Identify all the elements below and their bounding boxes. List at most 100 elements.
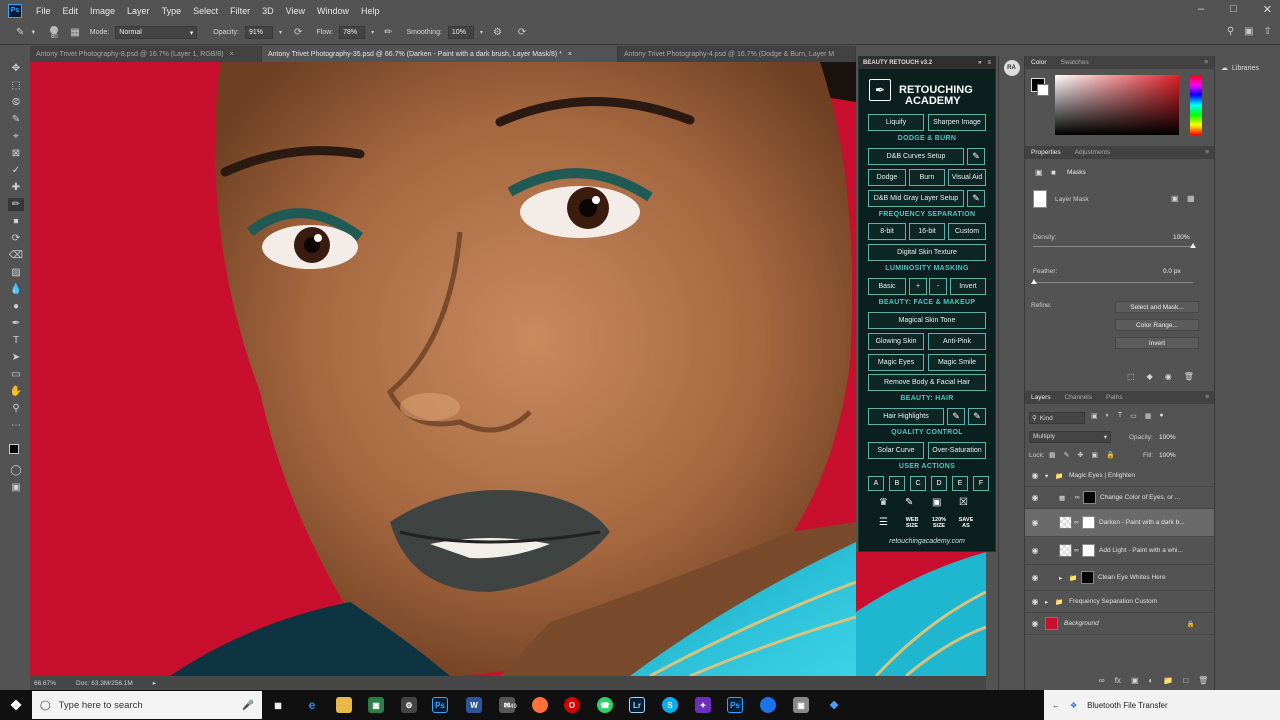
dodge-button[interactable]: Dodge xyxy=(868,169,906,186)
taskbar-search[interactable]: ◯ Type here to search 🎤 xyxy=(32,691,262,719)
120-size-button[interactable]: 120% SIZE xyxy=(928,517,950,529)
image-icon[interactable]: ▣ xyxy=(932,497,941,508)
photoshop-taskbar-icon-2[interactable]: Ps xyxy=(727,697,743,713)
layers-stack-icon[interactable]: ☰ xyxy=(879,517,888,528)
tab-adjustments[interactable]: Adjustments xyxy=(1075,149,1111,156)
edge-icon[interactable]: e xyxy=(304,697,320,713)
trash-icon[interactable]: 🗑 xyxy=(1184,372,1194,381)
zoom-level[interactable]: 66.67% xyxy=(34,680,56,687)
tab-properties[interactable]: Properties xyxy=(1031,149,1061,156)
eye-icon[interactable]: ◉ xyxy=(1025,493,1045,502)
tab-close-icon[interactable]: × xyxy=(230,51,234,58)
tab-color[interactable]: Color xyxy=(1031,59,1047,66)
action-e-button[interactable]: E xyxy=(952,476,968,491)
brush-icon[interactable]: ✎ xyxy=(968,408,986,425)
panel-menu-icon[interactable]: ≡ xyxy=(1205,394,1209,401)
add-mask-icon[interactable]: ▣ xyxy=(1131,676,1139,685)
action-f-button[interactable]: F xyxy=(973,476,989,491)
back-arrow-icon[interactable]: ← xyxy=(1052,701,1060,710)
menu-filter[interactable]: Filter xyxy=(224,6,256,16)
layer-group-frequency-separation[interactable]: ◉ ▸ 📁 Frequency Separation Custom xyxy=(1025,591,1215,613)
visual-aid-button[interactable]: Visual Aid xyxy=(948,169,986,186)
chevron-right-icon[interactable]: ▸ xyxy=(1059,574,1069,582)
sharpen-image-button[interactable]: Sharpen Image xyxy=(928,114,986,131)
chevron-down-icon[interactable]: ▼ xyxy=(30,30,36,36)
eye-icon[interactable]: ◉ xyxy=(1025,619,1045,628)
adjustment-layer-icon[interactable]: ◐ xyxy=(1149,676,1154,685)
8-bit-button[interactable]: 8-bit xyxy=(868,223,906,240)
menu-type[interactable]: Type xyxy=(156,6,188,16)
app-icon[interactable]: ⚙ xyxy=(401,697,417,713)
invert-button[interactable]: Invert xyxy=(950,278,986,295)
skype-icon[interactable]: S xyxy=(662,697,678,713)
action-a-button[interactable]: A xyxy=(868,476,884,491)
type-filter-icon[interactable]: T xyxy=(1118,412,1122,420)
blur-tool-icon[interactable]: 💧 xyxy=(8,283,24,296)
lasso-tool-icon[interactable]: ⧀ xyxy=(8,96,24,109)
eye-icon[interactable]: ◉ xyxy=(1025,597,1045,606)
pixel-filter-icon[interactable]: ▣ xyxy=(1091,412,1098,420)
action-b-button[interactable]: B xyxy=(889,476,905,491)
eye-icon[interactable]: ◉ xyxy=(1025,471,1045,480)
menu-layer[interactable]: Layer xyxy=(121,6,156,16)
select-and-mask-button[interactable]: Select and Mask... xyxy=(1115,301,1199,313)
flow-field[interactable]: 78% xyxy=(339,26,366,39)
frame-tool-icon[interactable]: ⊠ xyxy=(8,147,24,160)
pixel-mask-icon[interactable]: ▣ xyxy=(1035,168,1043,177)
eyedropper-tool-icon[interactable]: ✓ xyxy=(8,164,24,177)
vector-mask-icon[interactable]: ■ xyxy=(1051,168,1056,177)
store-icon[interactable]: ▣ xyxy=(368,697,384,713)
new-group-icon[interactable]: 📁 xyxy=(1163,676,1173,685)
path-select-tool-icon[interactable]: ➤ xyxy=(8,351,24,364)
chevron-down-icon[interactable]: ▾ xyxy=(279,29,282,36)
app-icon-2[interactable]: ✦ xyxy=(695,697,711,713)
airbrush-icon[interactable]: ✏ xyxy=(384,27,392,38)
menu-file[interactable]: File xyxy=(30,6,57,16)
tab-paths[interactable]: Paths xyxy=(1106,394,1123,401)
over-saturation-button[interactable]: Over-Saturation xyxy=(928,442,986,459)
menu-help[interactable]: Help xyxy=(355,6,386,16)
brush-icon[interactable]: ✎ xyxy=(967,148,985,165)
share-icon[interactable]: ⇧ xyxy=(1264,26,1272,37)
db-mid-gray-button[interactable]: D&B Mid Gray Layer Setup xyxy=(868,190,964,207)
chevron-down-icon[interactable]: ▾ xyxy=(1045,472,1055,480)
smoothing-field[interactable]: 10% xyxy=(447,26,474,39)
brush-icon[interactable]: ✎ xyxy=(947,408,965,425)
load-selection-icon[interactable]: ⬚ xyxy=(1127,372,1135,381)
layer-darken[interactable]: ◉ ∞ Darken - Paint with a dark b... xyxy=(1025,509,1215,537)
more-tools-icon[interactable]: ⋯ xyxy=(8,419,24,432)
brush-icon[interactable]: ✎ xyxy=(967,190,985,207)
word-icon[interactable]: W xyxy=(466,697,482,713)
tab-document-8[interactable]: Antony Trivet Photography-8.psd @ 16.7% … xyxy=(30,46,262,62)
photoshop-taskbar-icon[interactable]: Ps xyxy=(432,697,448,713)
pressure-size-icon[interactable]: ⟳ xyxy=(518,27,526,38)
magic-eyes-button[interactable]: Magic Eyes xyxy=(868,354,924,371)
chevron-right-icon[interactable]: ▸ xyxy=(1045,598,1055,606)
eye-icon[interactable]: ◉ xyxy=(1025,518,1045,527)
shape-filter-icon[interactable]: ▭ xyxy=(1130,412,1137,420)
workspace-icon[interactable]: ▣ xyxy=(1244,26,1253,37)
background-color-swatch[interactable] xyxy=(1037,84,1049,96)
select-mask-icon[interactable]: ▣ xyxy=(1171,194,1179,203)
invert-mask-button[interactable]: Invert xyxy=(1115,337,1199,349)
mode-select[interactable]: Normal ▾ xyxy=(115,26,198,39)
basic-button[interactable]: Basic xyxy=(868,278,906,295)
panel-menu-icon[interactable]: ≡ xyxy=(1204,59,1208,66)
move-tool-icon[interactable]: ✥ xyxy=(8,62,24,75)
db-curves-setup-button[interactable]: D&B Curves Setup xyxy=(868,148,964,165)
burn-button[interactable]: Burn xyxy=(909,169,945,186)
tab-channels[interactable]: Channels xyxy=(1065,394,1092,401)
chrome-icon[interactable] xyxy=(760,697,776,713)
menu-view[interactable]: View xyxy=(280,6,311,16)
website-link[interactable]: retouchingacademy.com xyxy=(859,538,995,545)
layer-add-light[interactable]: ◉ ∞ Add Light - Paint with a whi... xyxy=(1025,537,1215,565)
hair-highlights-button[interactable]: Hair Highlights xyxy=(868,408,944,425)
save-as-button[interactable]: SAVE AS xyxy=(955,517,977,529)
add-vector-mask-icon[interactable]: ▦ xyxy=(1187,194,1195,203)
screen-mode-icon[interactable]: ▣ xyxy=(8,481,24,494)
density-value[interactable]: 100% xyxy=(1173,234,1190,241)
tab-document-4[interactable]: Antony Trivet Photography-4.psd @ 16.7% … xyxy=(618,46,856,62)
hue-slider[interactable] xyxy=(1190,75,1202,135)
layer-change-color-eyes[interactable]: ◉ ▦ ∞ Change Color of Eyes, or ... xyxy=(1025,487,1215,509)
layer-thumb[interactable] xyxy=(1059,544,1072,557)
